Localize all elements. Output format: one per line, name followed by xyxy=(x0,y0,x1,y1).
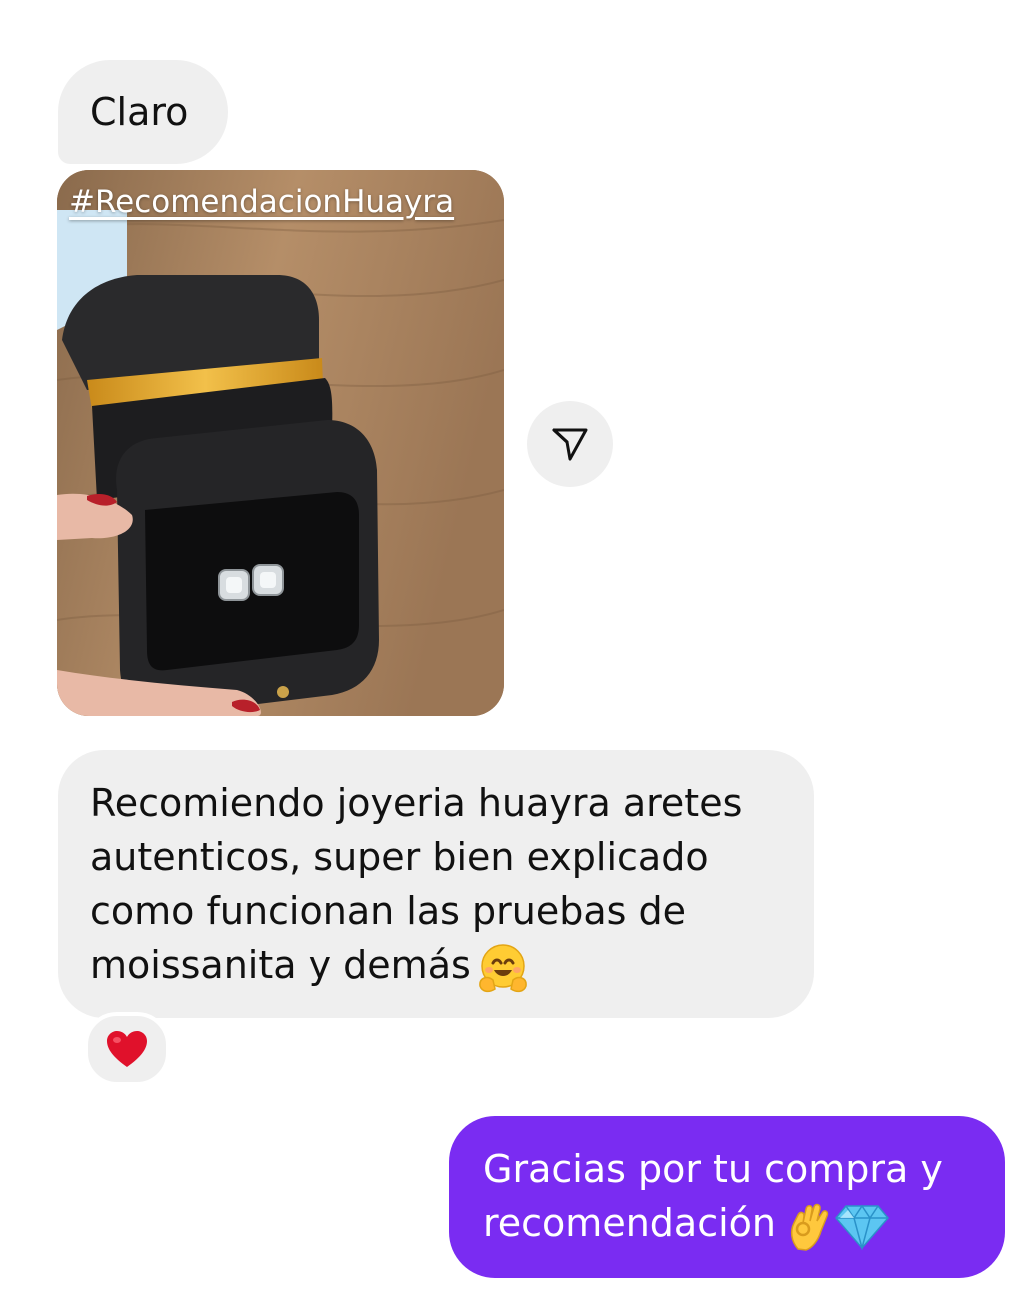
message-bubble-claro[interactable]: Claro xyxy=(58,60,228,164)
story-photo xyxy=(57,170,504,716)
message-line-3: como funcionan las pruebas de xyxy=(90,889,686,933)
story-hashtag-link[interactable]: #RecomendacionHuayra xyxy=(69,184,454,220)
paper-plane-icon xyxy=(552,428,588,461)
message-text: Claro xyxy=(90,90,189,134)
ok-hand-emoji-icon xyxy=(790,1203,829,1251)
gem-stone-emoji-icon xyxy=(835,1204,890,1250)
reply-line-1: Gracias por tu compra y xyxy=(483,1147,943,1191)
shared-story-card[interactable]: #RecomendacionHuayra xyxy=(57,170,504,716)
message-line-4: moissanita y demás xyxy=(90,938,784,994)
heart-icon xyxy=(107,1031,147,1067)
reply-line-2: recomendación xyxy=(483,1196,985,1251)
heart-reaction[interactable] xyxy=(84,1012,170,1086)
message-line-4-text: moissanita y demás xyxy=(90,943,471,987)
message-line-2: autenticos, super bien explicado xyxy=(90,835,709,879)
message-bubble-recommendation[interactable]: Recomiendo joyeria huayra aretes autenti… xyxy=(58,750,814,1018)
reply-line-2-text: recomendación xyxy=(483,1201,776,1245)
hugging-face-emoji-icon xyxy=(479,943,527,992)
share-button[interactable] xyxy=(527,401,613,487)
message-line-1: Recomiendo joyeria huayra aretes xyxy=(90,781,743,825)
message-bubble-reply[interactable]: Gracias por tu compra y recomendación xyxy=(449,1116,1005,1278)
